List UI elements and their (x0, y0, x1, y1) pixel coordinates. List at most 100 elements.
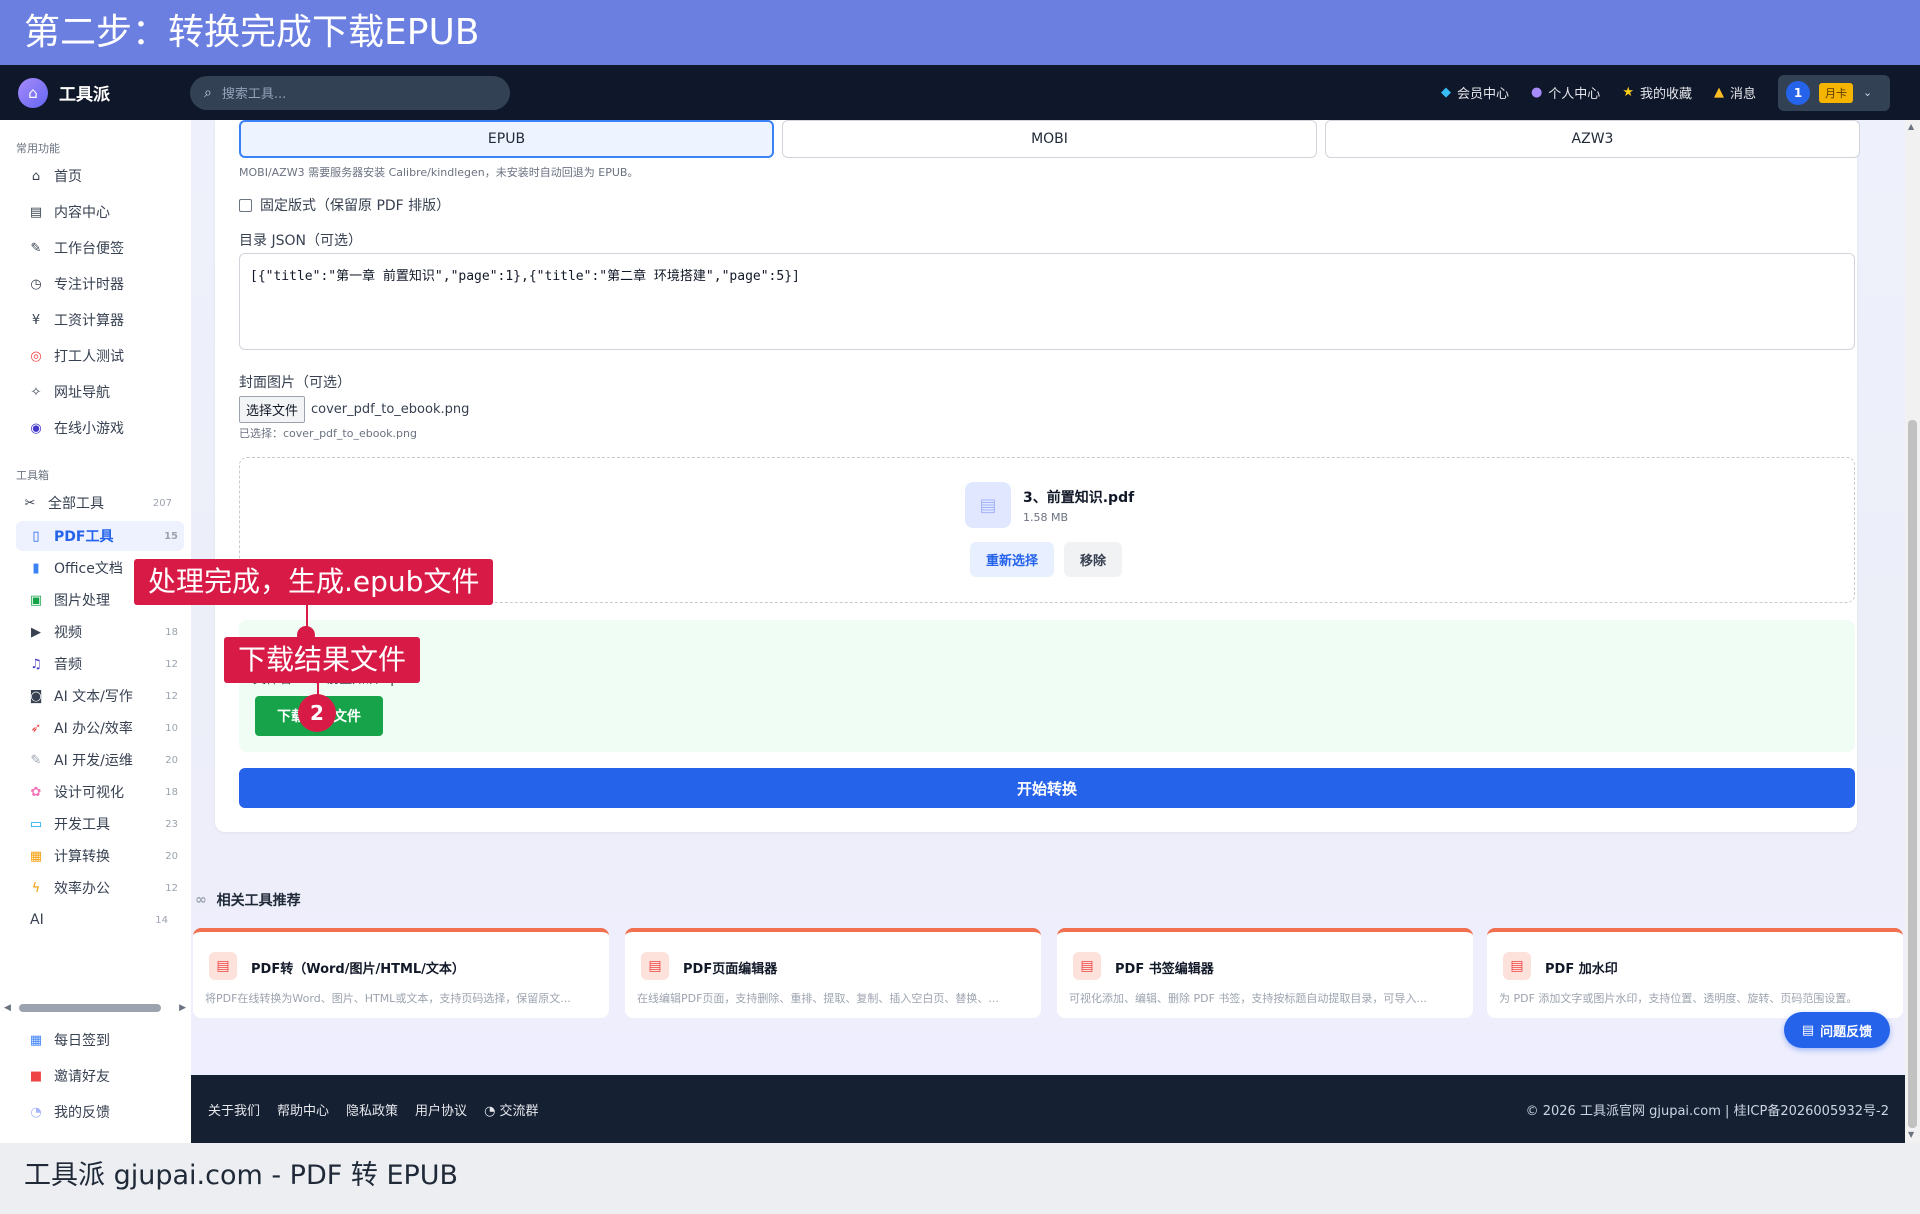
sidebar-item-dev-tools[interactable]: ▭ 开发工具 23 (16, 809, 184, 839)
footer-link-privacy[interactable]: 隐私政策 (346, 1100, 398, 1119)
sidebar-item-notes[interactable]: ✎ 工作台便签 (16, 233, 184, 263)
sidebar-item-salary[interactable]: ¥ 工资计算器 (16, 305, 184, 335)
sidebar-item-home[interactable]: ⌂ 首页 (16, 161, 184, 191)
star-icon: ★ (1622, 85, 1634, 100)
logo-icon: ⌂ (18, 77, 48, 108)
sidebar-item-checkin[interactable]: ▦ 每日签到 (16, 1025, 184, 1055)
sidebar-item-efficiency[interactable]: ϟ 效率办公 12 (16, 873, 184, 903)
cover-file-input[interactable]: 选择文件 cover_pdf_to_ebook.png (239, 396, 469, 423)
reselect-button[interactable]: 重新选择 (970, 542, 1055, 577)
sidebar-item-design[interactable]: ✿ 设计可视化 18 (16, 777, 184, 807)
sidebar-item-timer[interactable]: ◷ 专注计时器 (16, 269, 184, 299)
pdf-convert-icon: ▤ (209, 952, 237, 980)
nav-messages[interactable]: ▲ 消息 (1714, 83, 1756, 102)
related-tool-desc: 为 PDF 添加文字或图片水印，支持位置、透明度、旋转、页码范围设置。 (1499, 992, 1858, 1005)
sidebar-item-label: 效率办公 (54, 881, 110, 897)
sidebar-item-label: 每日签到 (54, 1033, 110, 1049)
scroll-up-icon[interactable]: ▲ (1908, 122, 1914, 131)
sidebar-item-worker-test[interactable]: ◎ 打工人测试 (16, 341, 184, 371)
avatar: 1 (1786, 80, 1810, 105)
pdf-editor-icon: ▤ (641, 952, 669, 980)
cover-label: 封面图片（可选） (239, 375, 351, 391)
scroll-down-icon[interactable]: ▼ (1908, 1130, 1914, 1139)
bookmark-icon: ▤ (1073, 952, 1101, 980)
scrollbar-thumb[interactable] (18, 1004, 161, 1012)
footer-link-label: 交流群 (499, 1103, 539, 1119)
feedback-button[interactable]: ▤ 问题反馈 (1784, 1012, 1890, 1048)
nav-profile[interactable]: ● 个人中心 (1531, 83, 1600, 102)
sidebar-item-label: AI (30, 912, 44, 928)
user-menu[interactable]: 1 月卡 ⌄ (1778, 74, 1890, 111)
remove-button[interactable]: 移除 (1064, 542, 1123, 577)
scroll-left-icon[interactable]: ◀ (4, 1003, 11, 1013)
cover-selected-text: 已选择：cover_pdf_to_ebook.png (239, 427, 417, 440)
sidebar-item-ai-office[interactable]: ➶ AI 办公/效率 10 (16, 713, 184, 743)
logo[interactable]: ⌂ 工具派 (18, 77, 190, 108)
sidebar-item-label: AI 开发/运维 (54, 753, 133, 769)
file-name: 3、前置知识.pdf (1023, 489, 1135, 506)
choose-file-button[interactable]: 选择文件 (239, 396, 306, 423)
sidebar-item-audio[interactable]: ♫ 音频 12 (16, 649, 184, 679)
sidebar-item-label: 在线小游戏 (54, 421, 124, 437)
sidebar-item-label: 设计可视化 (54, 785, 124, 801)
footer-link-group[interactable]: ◔ 交流群 (484, 1100, 539, 1119)
related-tool-card[interactable]: ▤ PDF页面编辑器 在线编辑PDF页面，支持删除、重排、提取、复制、插入空白页… (625, 928, 1041, 1018)
sidebar-item-video[interactable]: ▶ 视频 18 (16, 617, 184, 647)
calendar-icon: ▦ (29, 1032, 43, 1048)
fixed-layout-label: 固定版式（保留原 PDF 排版） (260, 198, 451, 214)
toc-label: 目录 JSON（可选） (239, 233, 362, 249)
robot-icon: ◙ (29, 688, 43, 704)
sidebar-item-calc[interactable]: ▦ 计算转换 20 (16, 841, 184, 871)
footer-link-terms[interactable]: 用户协议 (415, 1100, 467, 1119)
related-tool-name: PDF 加水印 (1545, 962, 1618, 977)
sidebar-item-invite[interactable]: ■ 邀请好友 (16, 1061, 184, 1091)
fixed-layout-checkbox[interactable] (239, 198, 252, 212)
sidebar-item-count: 10 (165, 722, 178, 734)
callout-1: 处理完成，生成.epub文件 (134, 559, 494, 605)
format-epub-button[interactable]: EPUB (239, 120, 774, 158)
copyright: © 2026 工具派官网 gjupai.com | 桂ICP备202600593… (1525, 1103, 1889, 1119)
sidebar-item-count: 12 (165, 690, 178, 702)
related-tool-name: PDF 书签编辑器 (1115, 962, 1214, 977)
tools-icon: ✂ (24, 495, 36, 511)
fixed-layout-option[interactable]: 固定版式（保留原 PDF 排版） (239, 195, 450, 215)
sidebar-item-count: 15 (164, 530, 178, 542)
sidebar-item-all-tools[interactable]: ✂ 全部工具 207 (10, 488, 178, 518)
related-tool-card[interactable]: ▤ PDF转（Word/图片/HTML/文本） 将PDF在线转换为Word、图片… (193, 928, 609, 1018)
nav-favorites[interactable]: ★ 我的收藏 (1622, 83, 1692, 102)
sidebar-item-pdf[interactable]: ▯ PDF工具 15 (16, 521, 184, 551)
page-scrollbar[interactable]: ▲ ▼ (1905, 120, 1920, 1143)
footer-link-about[interactable]: 关于我们 (208, 1100, 260, 1119)
footer: 关于我们 帮助中心 隐私政策 用户协议 ◔ 交流群 © 2026 工具派官网 g… (191, 1075, 1905, 1143)
start-convert-button[interactable]: 开始转换 (239, 768, 1855, 808)
top-navbar: ⌂ 工具派 ⌕ 搜索工具... ◆ 会员中心 ● 个人中心 ★ 我的收藏 ▲ 消… (0, 65, 1920, 120)
sidebar-item-games[interactable]: ◉ 在线小游戏 (16, 413, 184, 443)
sidebar-item-count: 23 (165, 818, 178, 830)
related-tool-desc: 可视化添加、编辑、删除 PDF 书签，支持按标题自动提取目录，可导入... (1069, 992, 1427, 1005)
sidebar-horizontal-scrollbar[interactable]: ◀ ▶ (4, 1000, 186, 1016)
sidebar-item-feedback[interactable]: ◔ 我的反馈 (16, 1097, 184, 1127)
sidebar-item-nav[interactable]: ✧ 网址导航 (16, 377, 184, 407)
related-tool-name: PDF转（Word/图片/HTML/文本） (251, 962, 465, 977)
sidebar-item-ai[interactable]: AI 14 (6, 905, 174, 935)
page-scrollbar-thumb[interactable] (1908, 420, 1917, 1128)
callout-2: 下载结果文件 (224, 637, 421, 683)
sidebar-item-count: 20 (165, 754, 178, 766)
note-icon: ✎ (30, 240, 42, 256)
toc-json-textarea[interactable]: [{"title":"第一章 前置知识","page":1},{"title":… (239, 253, 1855, 350)
sidebar-item-ai-dev[interactable]: ✎ AI 开发/运维 20 (16, 745, 184, 775)
format-mobi-button[interactable]: MOBI (782, 120, 1317, 158)
format-azw3-button[interactable]: AZW3 (1325, 120, 1860, 158)
scroll-right-icon[interactable]: ▶ (179, 1003, 186, 1013)
search-input[interactable]: ⌕ 搜索工具... (190, 75, 510, 110)
chat-icon: ◔ (484, 1103, 500, 1119)
footer-link-help[interactable]: 帮助中心 (277, 1100, 329, 1119)
search-placeholder: 搜索工具... (221, 87, 287, 102)
sidebar-item-ai-writing[interactable]: ◙ AI 文本/写作 12 (16, 681, 184, 711)
format-hint: MOBI/AZW3 需要服务器安装 Calibre/kindlegen，未安装时… (239, 166, 639, 179)
related-tool-card[interactable]: ▤ PDF 加水印 为 PDF 添加文字或图片水印，支持位置、透明度、旋转、页码… (1487, 928, 1903, 1018)
sidebar-item-content[interactable]: ▤ 内容中心 (16, 197, 184, 227)
nav-membership[interactable]: ◆ 会员中心 (1441, 83, 1509, 102)
callout-2-number: 2 (298, 694, 336, 732)
related-tool-card[interactable]: ▤ PDF 书签编辑器 可视化添加、编辑、删除 PDF 书签，支持按标题自动提取… (1057, 928, 1473, 1018)
